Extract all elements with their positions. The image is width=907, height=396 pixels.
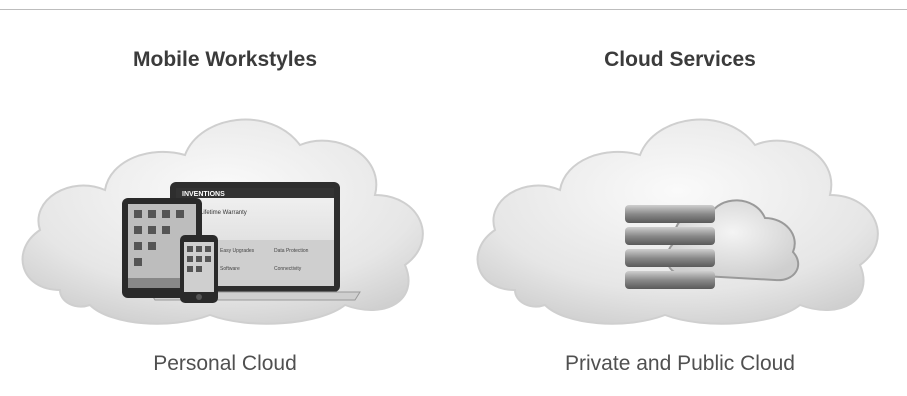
laptop-panel-3: Connectivity <box>274 266 302 272</box>
cloud-services-panel: Cloud Services Private and Public Cloud <box>455 0 905 396</box>
mobile-workstyles-panel: Mobile Workstyles INVENTIONS Lifetime Wa… <box>0 0 450 396</box>
personal-cloud-caption: Personal Cloud <box>153 352 297 375</box>
laptop-panel-2: Data Protection <box>274 248 309 254</box>
laptop-section-text: Lifetime Warranty <box>200 210 247 216</box>
mobile-workstyles-heading: Mobile Workstyles <box>133 48 317 71</box>
laptop-panel-4: Software <box>220 266 240 272</box>
laptop-panel-1: Easy Upgrades <box>220 248 255 254</box>
personal-cloud-illustration: INVENTIONS Lifetime Warranty Easy Upgrad… <box>21 118 424 325</box>
laptop-brand-text: INVENTIONS <box>182 191 225 198</box>
private-public-cloud-illustration <box>476 118 879 325</box>
private-public-cloud-caption: Private and Public Cloud <box>565 352 795 375</box>
phone-device <box>180 235 218 303</box>
cloud-services-heading: Cloud Services <box>604 48 756 71</box>
